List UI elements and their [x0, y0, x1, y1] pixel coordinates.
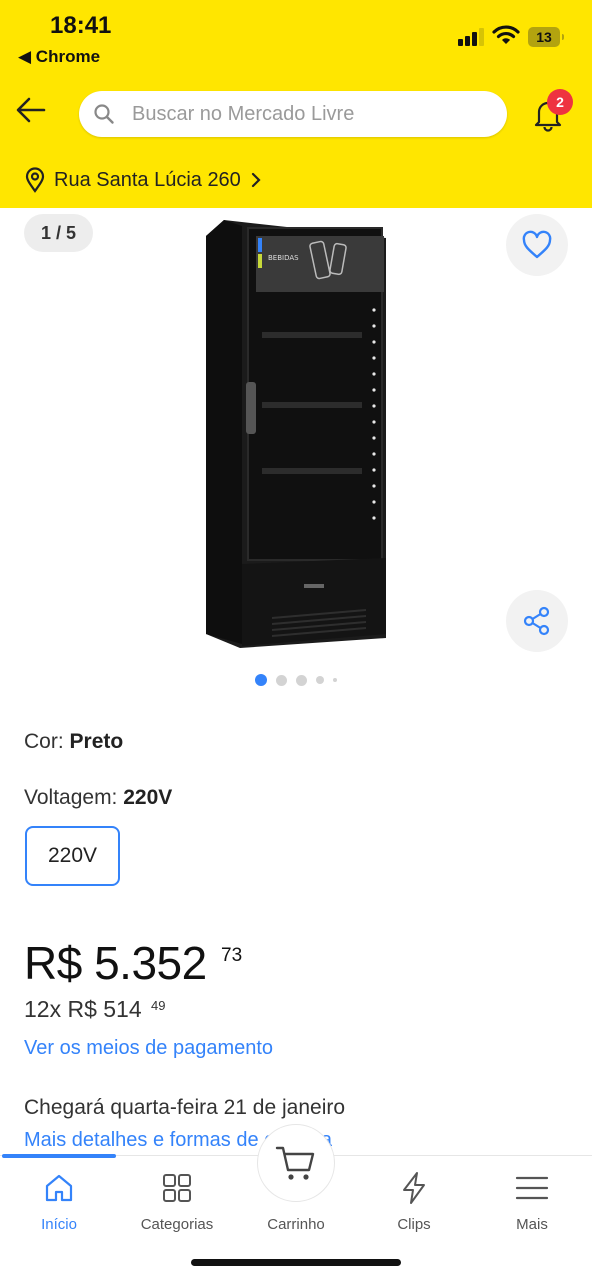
voltage-label: Voltagem: — [24, 786, 118, 809]
cart-button[interactable] — [257, 1124, 335, 1202]
delivery-date: Chegará quarta-feira 21 de janeiro — [24, 1096, 346, 1119]
color-label: Cor: — [24, 730, 64, 753]
lightning-icon — [403, 1172, 425, 1204]
app-header: 18:41 ◀ Chrome 13 Buscar no Mercado Livr… — [0, 0, 592, 208]
voltage-row: Voltagem: 220V — [24, 786, 172, 810]
search-placeholder: Buscar no Mercado Livre — [132, 103, 355, 125]
gallery-dot[interactable] — [276, 674, 287, 686]
back-to-app-link[interactable]: ◀ Chrome — [18, 47, 100, 67]
tab-label: Início — [41, 1216, 77, 1233]
location-pin-icon — [25, 167, 45, 193]
back-arrow-icon[interactable] — [14, 95, 48, 125]
back-app-name: Chrome — [35, 47, 101, 66]
product-image-refrigerator[interactable]: BEBIDAS — [198, 214, 394, 654]
voltage-value: 220V — [123, 786, 173, 809]
tab-mais[interactable]: Mais — [473, 1170, 591, 1233]
search-bar[interactable]: Buscar no Mercado Livre — [79, 91, 507, 137]
heart-icon — [522, 230, 552, 259]
gallery-dot[interactable] — [296, 674, 307, 686]
tab-inicio[interactable]: Início — [0, 1170, 118, 1233]
tab-label: Mais — [516, 1216, 548, 1233]
notification-badge: 2 — [547, 89, 573, 115]
payment-methods-link[interactable]: Ver os meios de pagamento — [24, 1037, 273, 1060]
price-main: R$ 5.352 — [24, 937, 207, 989]
brand-panel-text: BEBIDAS — [268, 254, 299, 262]
tab-label: Categorias — [140, 1216, 214, 1233]
tab-label: Carrinho — [267, 1216, 325, 1233]
address-text: Rua Santa Lúcia 260 — [54, 168, 241, 191]
chevron-right-icon — [251, 172, 261, 188]
gallery-dots — [0, 674, 592, 686]
installments-cents: 49 — [151, 998, 166, 1013]
share-button[interactable] — [506, 590, 568, 652]
active-tab-indicator — [2, 1154, 116, 1158]
gallery-dot[interactable] — [255, 674, 267, 686]
status-time: 18:41 — [50, 12, 112, 39]
cart-icon — [275, 1146, 315, 1180]
gallery-dot[interactable] — [333, 678, 337, 682]
gallery-pager: 1 / 5 — [24, 214, 93, 252]
wifi-icon — [492, 25, 520, 44]
product-gallery[interactable]: 1 / 5 BEBIDAS — [0, 208, 592, 698]
tab-clips[interactable]: Clips — [355, 1170, 473, 1233]
installments-main: 12x R$ 514 — [24, 996, 142, 1022]
tab-categorias[interactable]: Categorias — [118, 1170, 236, 1233]
search-icon — [94, 104, 114, 124]
menu-icon — [515, 1176, 549, 1200]
favorite-button[interactable] — [506, 214, 568, 276]
home-indicator — [191, 1259, 401, 1266]
cellular-signal-icon — [458, 28, 486, 46]
tab-label: Clips — [397, 1216, 431, 1233]
voltage-option-220v[interactable]: 220V — [25, 826, 120, 886]
home-icon — [45, 1174, 73, 1202]
price-cents: 73 — [221, 945, 243, 966]
grid-icon — [163, 1174, 191, 1202]
share-icon — [523, 606, 550, 636]
delivery-address[interactable]: Rua Santa Lúcia 260 — [24, 166, 261, 194]
battery-indicator: 13 — [528, 27, 564, 47]
color-row: Cor: Preto — [24, 730, 123, 754]
color-value: Preto — [69, 730, 124, 753]
gallery-dot[interactable] — [316, 676, 324, 684]
